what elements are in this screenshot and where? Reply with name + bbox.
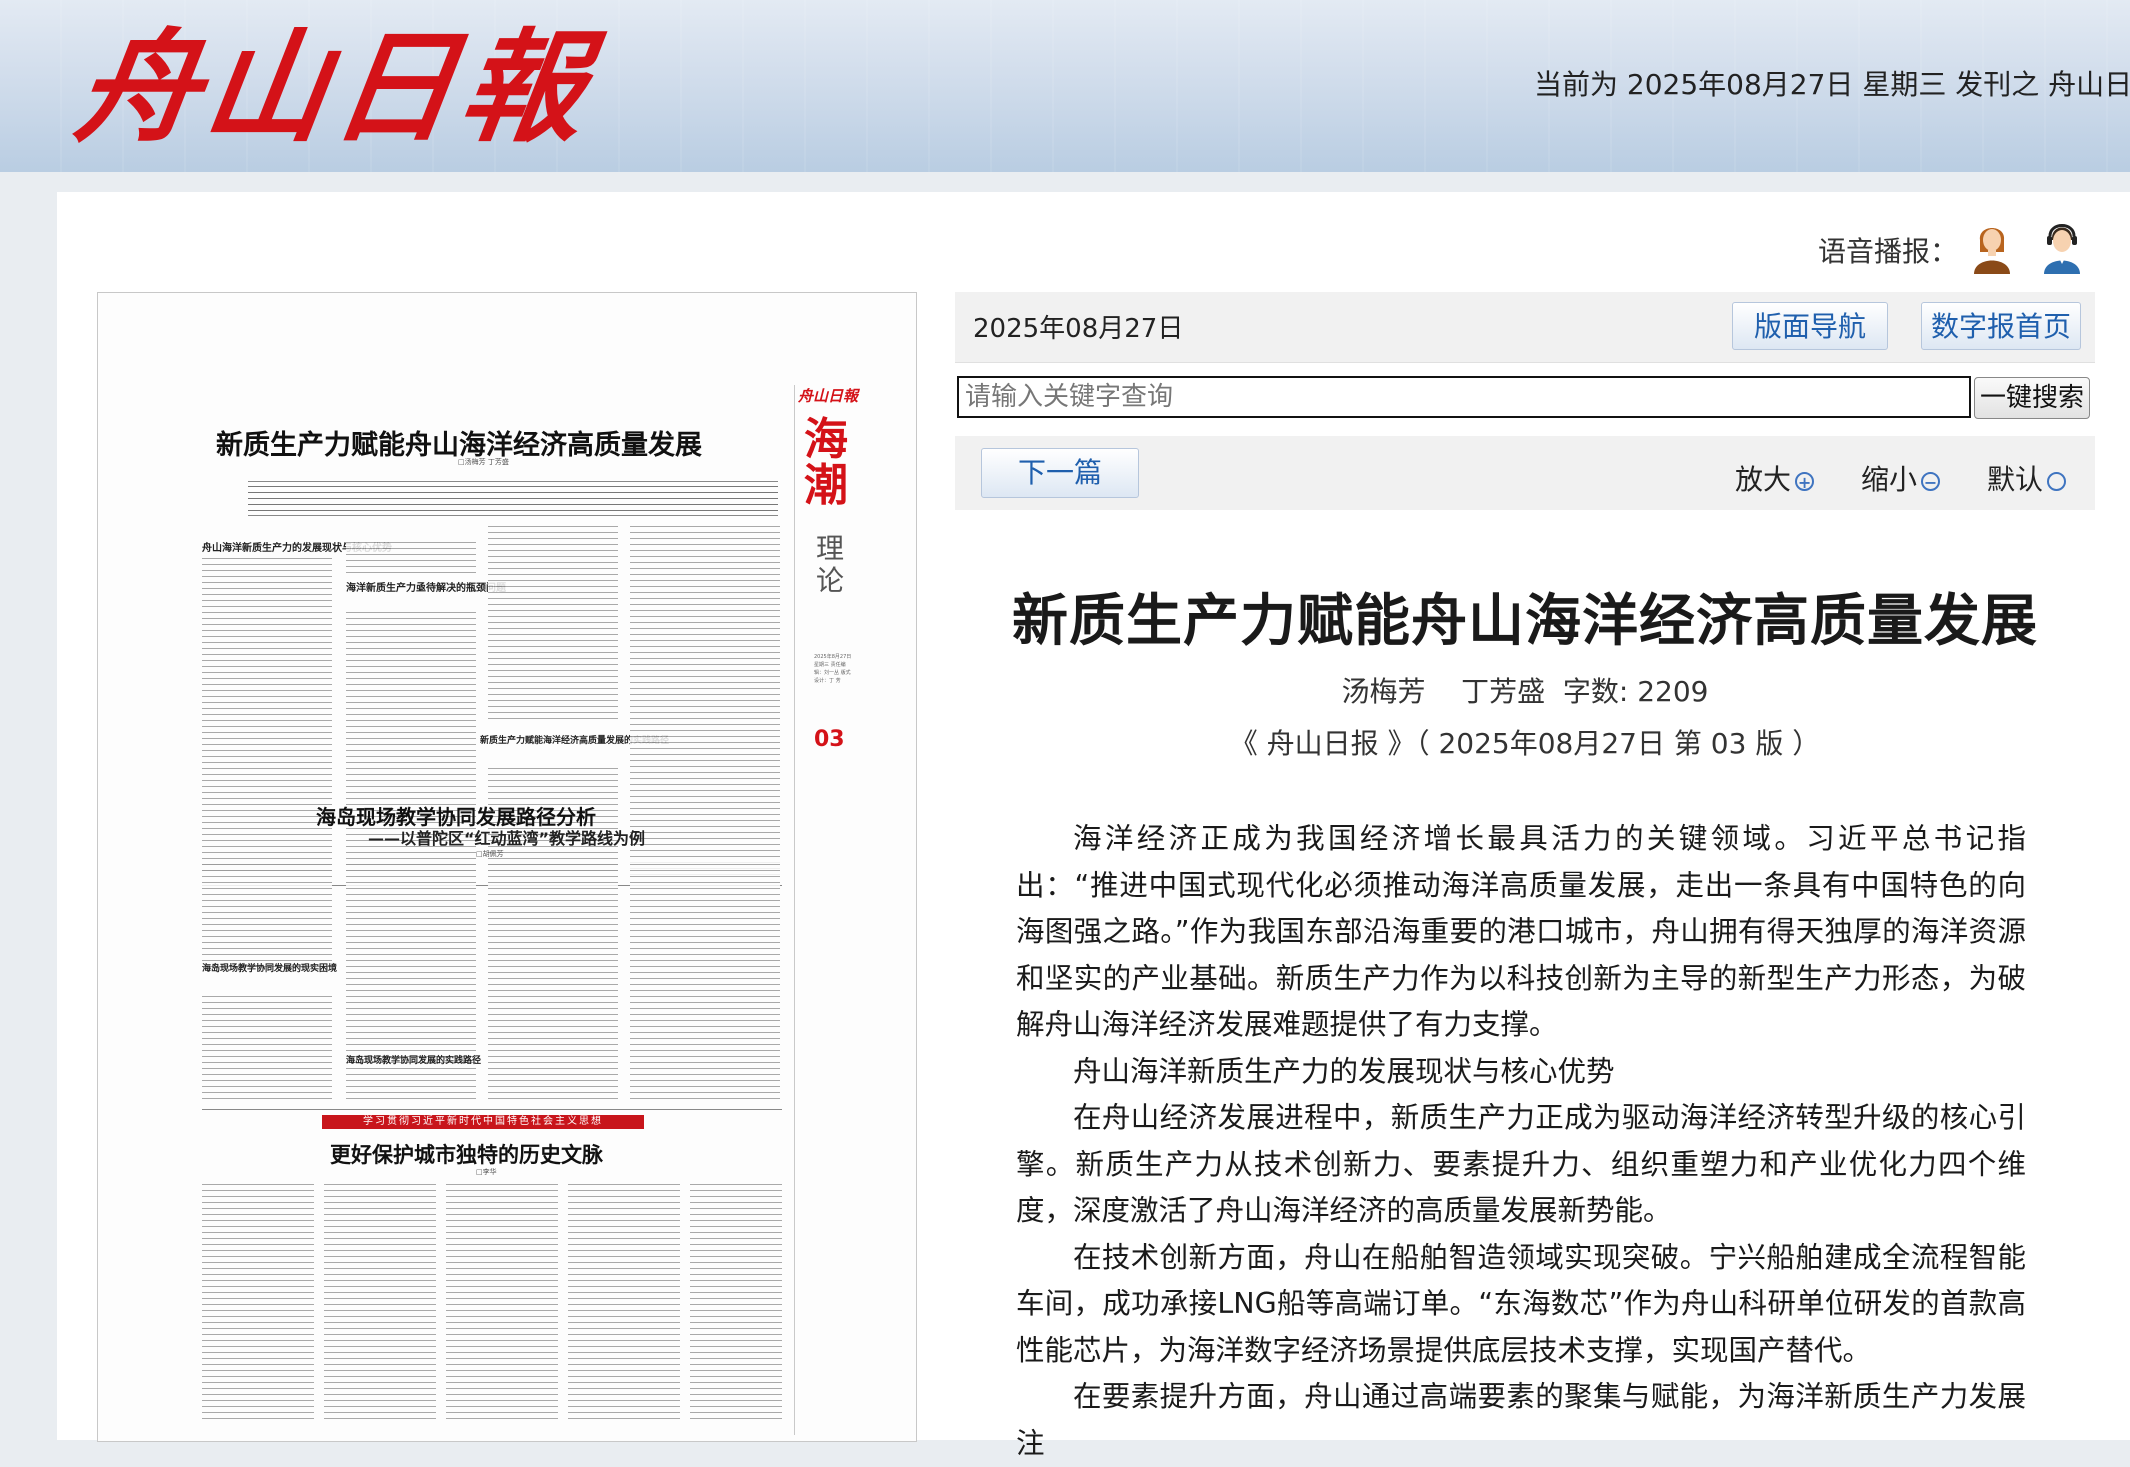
- article-source: 《 舟山日报 》（ 2025年08月27日 第 03 版 ）: [1229, 727, 1821, 760]
- page-text-column: [202, 1181, 314, 1421]
- page-text-column: [202, 555, 332, 875]
- page-story1-lead: [248, 483, 778, 513]
- page-text-column: [568, 1181, 680, 1421]
- page-story1-heading: 海洋新质生产力亟待解决的瓶颈问题: [346, 583, 506, 594]
- divider: [248, 481, 778, 482]
- issue-date-line: 当前为 2025年08月27日 星期三 发刊之 舟山日报: [1534, 68, 2130, 101]
- page-number: 03: [814, 727, 845, 752]
- page-story2-heading: 海岛现场教学协同发展的实践路径: [346, 1056, 482, 1066]
- minus-circle-icon: −: [1921, 471, 1941, 491]
- zoom-out-button[interactable]: 缩小 −: [1861, 458, 1941, 498]
- page-text-column: [202, 993, 332, 1101]
- article-authors: 汤梅芳 丁芳盛 字数: 2209: [1341, 675, 1709, 708]
- page-text-column: [202, 861, 332, 969]
- digital-edition-home-button[interactable]: 数字报首页: [1921, 302, 2081, 350]
- newspaper-page-image[interactable]: 新质生产力赋能舟山海洋经济高质量发展 □汤梅芳 丁芳盛 舟山海洋新质生产力的发展…: [97, 292, 917, 1442]
- page-story2-byline: □胡佩芳: [476, 850, 504, 858]
- article-paragraph: 在技术创新方面，舟山在船舶智造领域实现突破。宁兴船舶建成全流程智能车间，成功承接…: [1016, 1240, 2026, 1367]
- voice-broadcast-label: 语音播报：: [1818, 235, 1959, 268]
- page-story2-heading: 海岛现场教学协同发展的现实困境: [202, 964, 338, 974]
- zoom-in-label: 放大: [1735, 463, 1792, 496]
- page-text-column: [630, 523, 780, 875]
- page-brand: 舟山日報: [798, 387, 859, 405]
- keyword-search-input[interactable]: [957, 376, 1971, 418]
- page-section-title: 海潮: [804, 414, 848, 511]
- page-section-subtitle: 理论: [816, 532, 845, 597]
- current-date: 2025年08月27日: [973, 314, 1184, 344]
- search-button[interactable]: 一键搜索: [1974, 377, 2090, 419]
- page-story1-byline: □汤梅芳 丁芳盛: [458, 458, 509, 466]
- female-voice-icon[interactable]: [1970, 218, 2014, 274]
- article-paragraph: 在要素提升方面，舟山通过高端要素的聚集与赋能，为海洋新质生产力发展注: [1016, 1380, 2026, 1460]
- article-toolbar: 下一篇 放大 + 缩小 − 默认: [955, 436, 2095, 510]
- page-story3-title[interactable]: 更好保护城市独特的历史文脉: [330, 1139, 603, 1169]
- page-text-column: [446, 1181, 558, 1421]
- page-text-column: [630, 861, 780, 1101]
- page-text-column: [488, 861, 618, 1101]
- page-banner: 学习贯彻习近平新时代中国特色社会主义思想: [322, 1115, 644, 1129]
- default-size-button[interactable]: 默认: [1987, 458, 2067, 498]
- page-navigation-button[interactable]: 版面导航: [1732, 302, 1888, 350]
- page-text-column: [324, 1181, 436, 1421]
- site-logo[interactable]: 舟山日報: [67, 12, 600, 162]
- page-column-rule: [794, 385, 795, 1435]
- page-story3-byline: □李华: [476, 1168, 497, 1176]
- plus-circle-icon: +: [1795, 471, 1815, 491]
- zoom-in-button[interactable]: 放大 +: [1735, 458, 1815, 498]
- date-navigation-bar: 2025年08月27日 版面导航 数字报首页: [955, 292, 2095, 363]
- default-size-label: 默认: [1987, 463, 2044, 496]
- article-subheading: 舟山海洋新质生产力的发展现状与核心优势: [1073, 1054, 1615, 1088]
- site-header: 舟山日報 当前为 2025年08月27日 星期三 发刊之 舟山日报: [0, 0, 2130, 172]
- article-title: 新质生产力赋能舟山海洋经济高质量发展: [1012, 589, 2038, 654]
- circle-icon: [2047, 471, 2067, 491]
- article-paragraph: 海洋经济正成为我国经济增长最具活力的关键领域。习近平总书记指出：“推进中国式现代…: [1016, 822, 2026, 1041]
- divider: [248, 515, 778, 516]
- next-article-button[interactable]: 下一篇: [981, 448, 1139, 498]
- divider: [202, 1109, 782, 1110]
- page-text-column: [690, 1181, 782, 1421]
- page-text-column: [346, 539, 476, 575]
- article-paragraph: 在舟山经济发展进程中，新质生产力正成为驱动海洋经济转型升级的核心引擎。新质生产力…: [1016, 1101, 2026, 1227]
- zoom-out-label: 缩小: [1861, 463, 1918, 496]
- male-voice-icon[interactable]: [2040, 218, 2084, 274]
- page-story2-subtitle: ——以普陀区“红动蓝湾”教学路线为例: [368, 829, 646, 848]
- article-body: 海洋经济正成为我国经济增长最具活力的关键领域。习近平总书记指出：“推进中国式现代…: [1016, 816, 2026, 1467]
- page-text-column: [488, 523, 618, 723]
- page-meta: 2025年8月27日 星期三 责任编辑：刘一丛 版式设计：丁 芳: [814, 654, 852, 684]
